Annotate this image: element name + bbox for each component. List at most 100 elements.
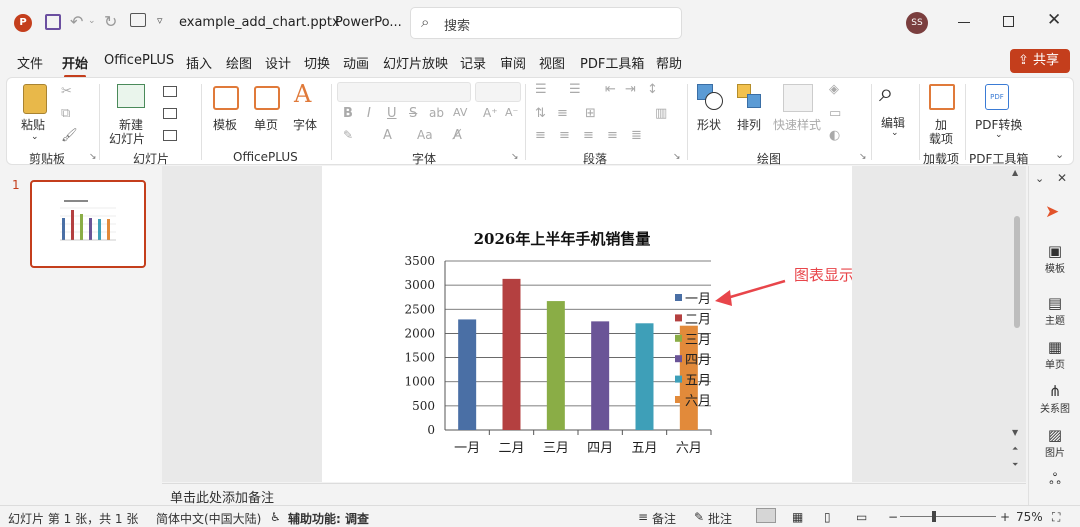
drawing-launcher-icon[interactable]: ↘ (859, 152, 867, 162)
close-icon[interactable]: ✕ (1047, 10, 1061, 30)
tab-animations[interactable]: 动画 (343, 53, 369, 72)
fit-slide-icon[interactable]: ⛶ (1052, 510, 1060, 525)
slideshow-icon[interactable]: ▭ (856, 510, 867, 524)
tab-officeplus[interactable]: OfficePLUS (104, 53, 174, 68)
shape-outline-icon[interactable]: ▭ (829, 106, 841, 121)
normal-view-button[interactable] (756, 508, 776, 523)
zoom-in-icon[interactable]: + (1000, 510, 1010, 524)
bold-icon[interactable]: B (343, 106, 353, 121)
prev-slide-icon[interactable]: ⏶ (1012, 444, 1018, 454)
accessibility-status[interactable]: 辅助功能: 调查 (288, 510, 369, 527)
justify-icon[interactable]: ≡ (607, 128, 618, 143)
columns-icon[interactable]: ▥ (655, 106, 667, 121)
quick-styles-label[interactable]: 快速样式 (773, 116, 821, 133)
zoom-out-icon[interactable]: − (888, 510, 898, 524)
reading-view-icon[interactable]: ▯ (824, 510, 831, 524)
align-left-icon[interactable]: ≡ (535, 128, 546, 143)
paste-label[interactable]: 粘贴 (21, 116, 45, 133)
char-spacing-icon[interactable]: AV (453, 106, 467, 119)
template-icon[interactable] (213, 86, 239, 110)
tab-design[interactable]: 设计 (265, 53, 291, 72)
align-right-icon[interactable]: ≡ (583, 128, 594, 143)
zoom-slider-track[interactable] (900, 516, 996, 517)
format-painter-icon[interactable]: 🖌 (61, 128, 78, 143)
zoom-slider-thumb[interactable] (932, 511, 936, 522)
layout-icon[interactable] (163, 86, 177, 97)
share-button[interactable]: ⇪ 共享 (1010, 49, 1070, 73)
pdf-dropdown-icon[interactable]: ⌄ (995, 130, 1003, 140)
paste-dropdown-icon[interactable]: ⌄ (31, 132, 39, 142)
shapes-label[interactable]: 形状 (697, 116, 721, 133)
comments-toggle[interactable]: 批注 (708, 510, 732, 527)
italic-icon[interactable]: I (367, 106, 371, 121)
slide-sorter-icon[interactable]: ▦ (792, 510, 803, 524)
close-pane-icon[interactable]: ✕ (1057, 171, 1067, 185)
zoom-level[interactable]: 75% (1016, 510, 1043, 524)
shape-effects-icon[interactable]: ◐ (829, 128, 840, 143)
text-direction-icon[interactable]: ⇅ (535, 106, 546, 121)
tab-slideshow[interactable]: 幻灯片放映 (383, 53, 448, 72)
font-style-icon[interactable]: A (294, 80, 311, 108)
find-icon[interactable]: ⌕ (879, 78, 894, 109)
paragraph-launcher-icon[interactable]: ↘ (673, 152, 681, 162)
arrange-label[interactable]: 排列 (737, 116, 761, 133)
tab-review[interactable]: 审阅 (500, 53, 526, 72)
pane-item-theme[interactable]: ▤ 主题 (1029, 294, 1080, 327)
line-spacing-icon[interactable]: ↕ (647, 82, 658, 97)
highlight-icon[interactable]: ✎ (343, 128, 353, 142)
notes-pane[interactable]: 单击此处添加备注 (162, 483, 1026, 506)
redo-icon[interactable]: ↻ (104, 12, 117, 31)
undo-dropdown-icon[interactable]: ⌄ (88, 16, 96, 26)
arrange-icon[interactable] (737, 84, 765, 110)
section-icon[interactable] (163, 130, 177, 141)
minimize-icon[interactable] (958, 22, 970, 23)
pane-item-more[interactable]: ஃ (1029, 470, 1080, 490)
maximize-icon[interactable] (1003, 16, 1014, 27)
next-slide-icon[interactable]: ⏷ (1012, 460, 1018, 470)
shapes-icon[interactable] (697, 84, 725, 110)
clipboard-launcher-icon[interactable]: ↘ (89, 152, 97, 162)
pane-item-picture[interactable]: ▨ 图片 (1029, 426, 1080, 459)
copy-icon[interactable]: ⧉ (61, 106, 70, 121)
tab-pdf-tools[interactable]: PDF工具箱 (580, 53, 644, 72)
increase-indent-icon[interactable]: ⇥ (625, 82, 636, 97)
change-case-icon[interactable]: Aa (417, 128, 433, 142)
customize-qat-icon[interactable]: ▿ (157, 14, 163, 27)
bullets-icon[interactable]: ☰ (535, 82, 547, 97)
notes-toggle[interactable]: 备注 (652, 510, 676, 527)
tab-insert[interactable]: 插入 (186, 53, 212, 72)
pane-item-template[interactable]: ▣ 模板 (1029, 242, 1080, 275)
scroll-down-icon[interactable]: ▼ (1012, 428, 1018, 437)
pane-item-diagram[interactable]: ⋔ 关系图 (1029, 382, 1080, 415)
bar-chart[interactable]: 2026年上半年手机销售量 0 500 1000 1500 2000 2500 3000 350… (322, 166, 852, 482)
tab-draw[interactable]: 绘图 (226, 53, 252, 72)
collapse-pane-icon[interactable]: ⌄ (1035, 172, 1044, 185)
font-size-box[interactable] (475, 82, 521, 102)
avatar[interactable]: SS (906, 12, 928, 34)
align-center-icon[interactable]: ≡ (559, 128, 570, 143)
reset-icon[interactable] (163, 108, 177, 119)
font-launcher-icon[interactable]: ↘ (511, 152, 519, 162)
collapse-ribbon-icon[interactable]: ⌄ (1055, 148, 1064, 161)
slide-thumbnail[interactable] (30, 180, 146, 268)
single-page-icon[interactable] (254, 86, 280, 110)
font-btn-label[interactable]: 字体 (293, 116, 317, 133)
shadow-icon[interactable]: ab (429, 106, 444, 120)
decrease-indent-icon[interactable]: ⇤ (605, 82, 616, 97)
new-slide-icon[interactable] (117, 84, 145, 108)
pane-item-single-page[interactable]: ▦ 单页 (1029, 338, 1080, 371)
present-icon[interactable] (130, 13, 146, 27)
font-color-icon[interactable]: A (383, 128, 392, 143)
align-text-icon[interactable]: ≡ (557, 106, 568, 121)
tab-home[interactable]: 开始 (62, 53, 88, 78)
tab-view[interactable]: 视图 (539, 53, 565, 72)
shape-fill-icon[interactable]: ◈ (829, 82, 839, 97)
numbering-icon[interactable]: ☰ (569, 82, 581, 97)
slide-canvas[interactable]: 2026年上半年手机销售量 0 500 1000 1500 2000 2500 3000 350… (322, 166, 852, 482)
search-box[interactable]: ⌕ 搜索 (410, 7, 682, 39)
scroll-up-icon[interactable]: ▲ (1012, 168, 1018, 177)
paste-icon[interactable] (23, 84, 47, 114)
addins-icon[interactable] (929, 84, 955, 110)
language-status[interactable]: 简体中文(中国大陆) (156, 510, 261, 527)
template-label[interactable]: 模板 (213, 116, 237, 133)
